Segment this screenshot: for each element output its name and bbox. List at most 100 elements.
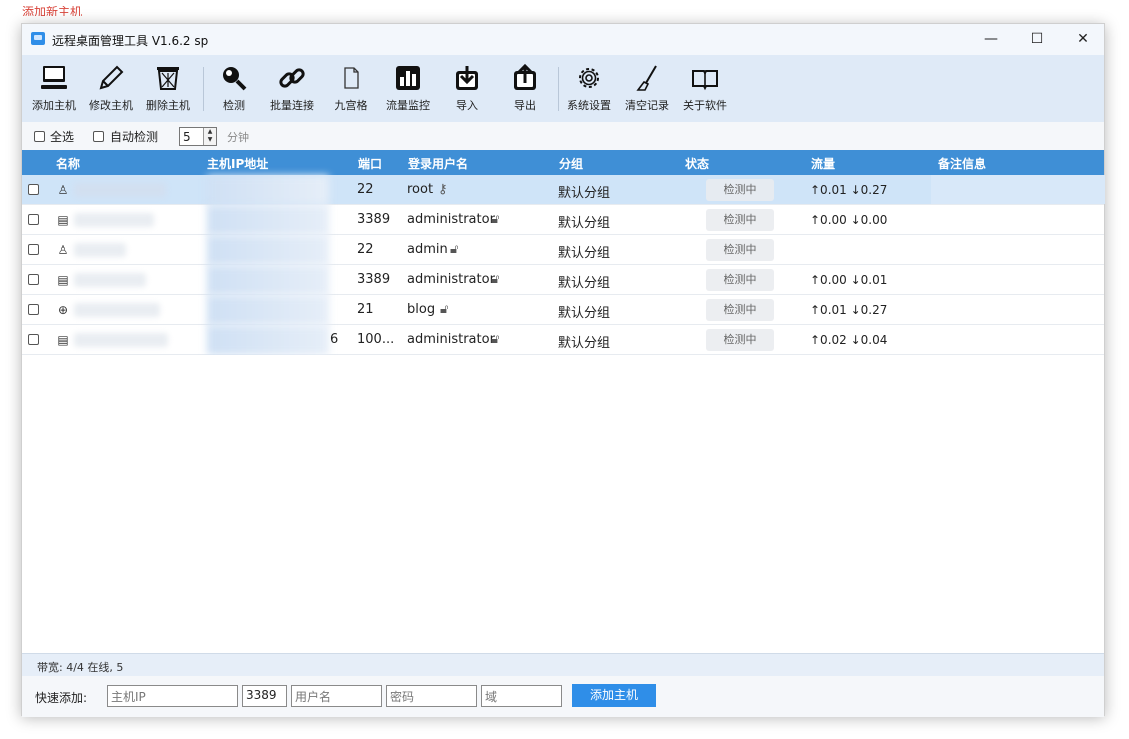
col-user[interactable]: 登录用户名 [408, 155, 468, 172]
clear-records-label: 清空记录 [625, 99, 669, 112]
lock-icon: 🔓︎ [491, 332, 500, 347]
auto-detect-checkbox[interactable] [93, 131, 104, 142]
host-ip-input[interactable]: 主机IP [107, 685, 238, 707]
port-cell: 3389 [357, 272, 391, 287]
col-note[interactable]: 备注信息 [938, 155, 986, 172]
edit-host-button[interactable]: 修改主机 [87, 63, 135, 113]
row-checkbox[interactable] [28, 334, 39, 345]
status-badge: 检测中 [706, 299, 774, 321]
username-input[interactable]: 用户名 [291, 685, 382, 707]
table-empty-area [22, 355, 1104, 653]
system-settings-button[interactable]: 系统设置 [565, 63, 613, 113]
app-icon [31, 32, 45, 45]
add-host-button[interactable]: 添加主机 [30, 63, 78, 113]
add-host-submit-button[interactable]: 添加主机 [572, 684, 656, 707]
edit-host-label: 修改主机 [89, 99, 133, 112]
detect-button[interactable]: 检测 [214, 63, 254, 113]
export-button[interactable]: 导出 [505, 63, 545, 113]
user-cell: administrator [407, 272, 495, 287]
traffic-cell: ↑0.00 ↓0.00 [810, 213, 888, 227]
maximize-button[interactable]: ☐ [1014, 24, 1060, 55]
group-cell: 默认分组 [558, 276, 611, 291]
port-cell: 100... [357, 332, 395, 347]
col-ip[interactable]: 主机IP地址 [207, 155, 268, 172]
table-row[interactable]: ♙ 22 admin 🔓︎ 默认分组 检测中 [22, 235, 1104, 265]
traffic-monitor-button[interactable]: 流量监控 [384, 63, 432, 113]
ip-redacted [207, 295, 329, 325]
windows-pc-icon: ▤ [57, 213, 69, 227]
port-cell: 22 [357, 182, 374, 197]
spinner-arrows-icon[interactable]: ▲ ▼ [203, 128, 216, 145]
table-row[interactable]: ▤ 3389 administrator 🔓︎ 默认分组 检测中 ↑0.00 ↓… [22, 205, 1104, 235]
trash-icon [153, 63, 183, 93]
interval-spinner[interactable]: 5 ▲ ▼ [179, 127, 217, 146]
table-header: 名称 主机IP地址 端口 登录用户名 分组 状态 流量 备注信息 [22, 150, 1104, 175]
note-cell [931, 175, 1105, 204]
lock-icon: 🔓︎ [450, 242, 459, 257]
row-checkbox[interactable] [28, 304, 39, 315]
linux-icon: ♙ [57, 243, 69, 257]
row-checkbox[interactable] [28, 184, 39, 195]
traffic-cell: ↑0.00 ↓0.01 [810, 273, 888, 287]
ip-redacted [207, 265, 329, 295]
name-redacted [74, 213, 154, 227]
password-input[interactable]: 密码 [386, 685, 477, 707]
ip-tail: 6 [330, 332, 339, 347]
port-input[interactable]: 3389 [242, 685, 287, 707]
clear-records-button[interactable]: 清空记录 [623, 63, 671, 113]
select-all-label: 全选 [50, 130, 75, 144]
name-redacted [74, 183, 166, 197]
app-window: 远程桌面管理工具 V1.6.2 sp — ☐ ✕ 添加主机 修改主机 删除主机 [21, 23, 1105, 717]
title-bar: 远程桌面管理工具 V1.6.2 sp — ☐ ✕ [22, 24, 1104, 55]
status-badge: 检测中 [706, 179, 774, 201]
traffic-monitor-label: 流量监控 [386, 99, 430, 112]
domain-input[interactable]: 域 [481, 685, 562, 707]
export-label: 导出 [514, 99, 536, 112]
table-row[interactable]: ⊕ 21 blog 🔓︎ 默认分组 检测中 ↑0.01 ↓0.27 [22, 295, 1104, 325]
col-status[interactable]: 状态 [685, 155, 709, 172]
window-title: 远程桌面管理工具 V1.6.2 sp [52, 34, 209, 48]
minimize-button[interactable]: — [968, 24, 1014, 55]
status-bar: 带宽: 4/4 在线, 5 [22, 653, 1104, 677]
ip-redacted [207, 205, 329, 235]
group-cell: 默认分组 [558, 186, 611, 201]
delete-host-button[interactable]: 删除主机 [144, 63, 192, 113]
name-redacted [74, 273, 146, 287]
select-all-checkbox[interactable] [34, 131, 45, 142]
toolbar: 添加主机 修改主机 删除主机 检测 批量连接 九宫格 流量监控 导入 导出 系统… [22, 55, 1104, 123]
table-row[interactable]: ▤ 3389 administrator 🔓︎ 默认分组 检测中 ↑0.00 ↓… [22, 265, 1104, 295]
name-redacted [74, 243, 126, 257]
batch-connect-button[interactable]: 批量连接 [268, 63, 316, 113]
col-group[interactable]: 分组 [559, 155, 583, 172]
import-button[interactable]: 导入 [447, 63, 487, 113]
group-cell: 默认分组 [558, 216, 611, 231]
col-traffic[interactable]: 流量 [811, 155, 835, 172]
group-cell: 默认分组 [558, 246, 611, 261]
user-cell: administrator [407, 212, 495, 227]
traffic-cell: ↑0.01 ↓0.27 [810, 183, 888, 197]
status-badge: 检测中 [706, 329, 774, 351]
row-checkbox[interactable] [28, 214, 39, 225]
row-checkbox[interactable] [28, 244, 39, 255]
name-redacted [74, 303, 160, 317]
add-host-label: 添加主机 [32, 99, 76, 112]
about-button[interactable]: 关于软件 [681, 63, 729, 113]
nine-grid-button[interactable]: 九宫格 [332, 63, 370, 113]
table-row[interactable]: ♙ 22 root ⚷ 默认分组 检测中 ↑0.01 ↓0.27 [22, 175, 1105, 205]
import-label: 导入 [456, 99, 478, 112]
row-checkbox[interactable] [28, 274, 39, 285]
detect-label: 检测 [223, 99, 245, 112]
pencil-icon [96, 63, 126, 93]
auto-detect-label: 自动检测 [110, 130, 159, 144]
link-icon [277, 63, 307, 93]
bandwidth-status: 带宽: 4/4 在线, 5 [37, 661, 124, 674]
col-port[interactable]: 端口 [358, 155, 382, 172]
status-badge: 检测中 [706, 209, 774, 231]
about-label: 关于软件 [683, 99, 727, 112]
magnifier-icon [219, 63, 249, 93]
col-name[interactable]: 名称 [56, 155, 80, 172]
group-cell: 默认分组 [558, 306, 611, 321]
table-row[interactable]: ▤ 6 100... administrator 🔓︎ 默认分组 检测中 ↑0.… [22, 325, 1104, 355]
interval-value: 5 [183, 130, 191, 144]
close-button[interactable]: ✕ [1060, 24, 1106, 55]
